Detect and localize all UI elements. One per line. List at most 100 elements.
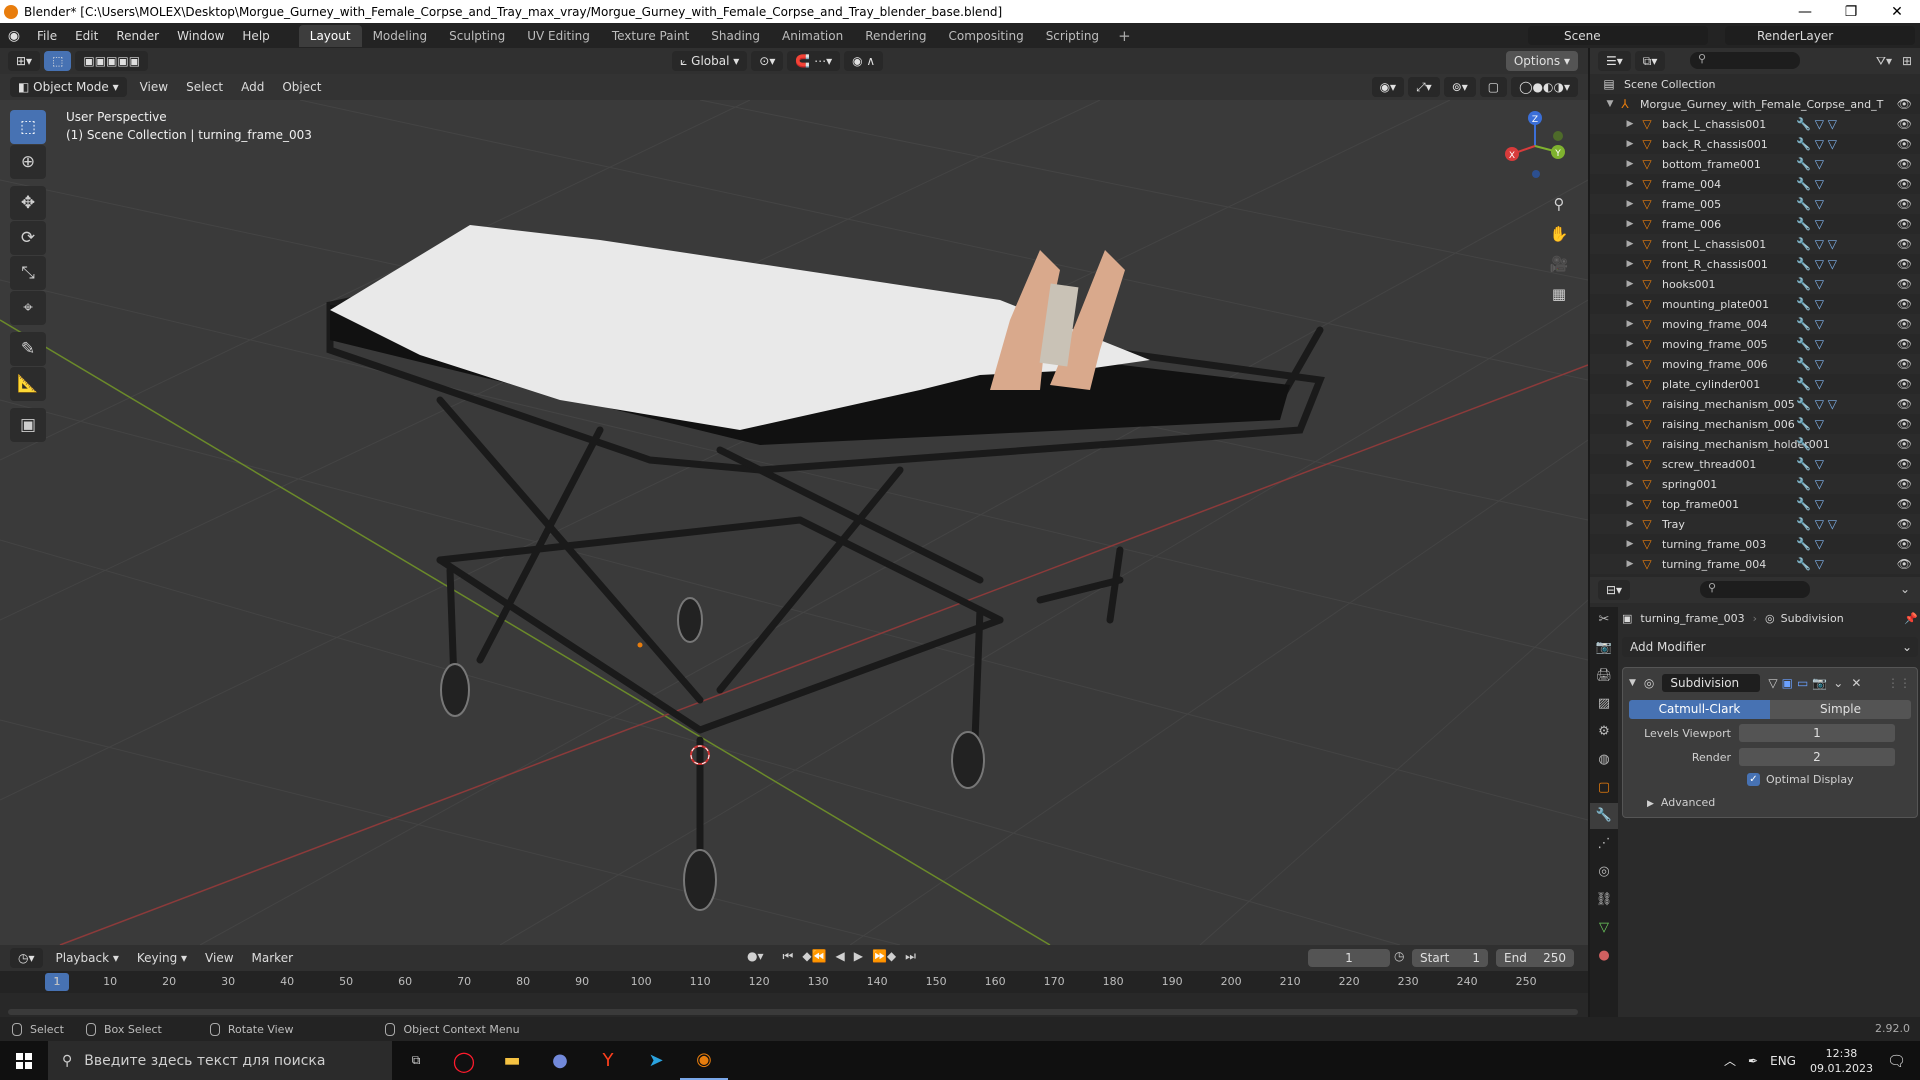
timeline-editor-icon[interactable]: ◷▾ <box>10 948 43 968</box>
tab-rendering[interactable]: Rendering <box>854 25 937 47</box>
xray-icon[interactable]: ▢ <box>1479 77 1508 97</box>
modifier-name-field[interactable]: Subdivision <box>1662 674 1761 692</box>
simple-button[interactable]: Simple <box>1770 700 1911 719</box>
outliner-item[interactable]: ▶ ▽ frame_005 🔧 ▽ 👁 <box>1590 194 1920 214</box>
menu-help[interactable]: Help <box>233 29 278 43</box>
file-explorer-icon[interactable]: ▬ <box>488 1041 536 1080</box>
zoom-icon[interactable]: ⚲ <box>1546 191 1572 217</box>
material-tab-icon[interactable]: ● <box>1590 943 1618 969</box>
expand-arrow-icon[interactable]: ▶ <box>1624 339 1636 349</box>
add-modifier-dropdown[interactable]: Add Modifier ⌄ <box>1622 637 1918 657</box>
modifier-icons[interactable]: 🔧 ▽ <box>1796 217 1824 231</box>
visibility-eye-icon[interactable]: 👁 <box>1897 317 1912 331</box>
drag-handle-icon[interactable]: ⋮⋮ <box>1887 676 1911 690</box>
jump-keyframe-back-icon[interactable]: ◆⏪ <box>802 949 826 964</box>
visibility-eye-icon[interactable]: 👁 <box>1897 297 1912 311</box>
menu-file[interactable]: File <box>28 29 66 43</box>
scene-selector[interactable]: Scene <box>1528 26 1708 45</box>
timeline-menu-marker[interactable]: Marker <box>243 951 302 965</box>
visibility-eye-icon[interactable]: 👁 <box>1897 417 1912 431</box>
new-collection-icon[interactable]: ⊞ <box>1902 54 1912 68</box>
clock-icon[interactable]: ◷ <box>1394 949 1404 963</box>
render-icon[interactable]: 📷 <box>1812 676 1827 690</box>
properties-editor-icon[interactable]: ⊟▾ <box>1598 580 1631 600</box>
outliner-item[interactable]: ▶ ▽ turning_frame_004 🔧 ▽ 👁 <box>1590 554 1920 574</box>
pivot-icon[interactable]: ⊙▾ <box>751 51 784 71</box>
expand-arrow-icon[interactable]: ▶ <box>1624 379 1636 389</box>
language-indicator[interactable]: ENG <box>1770 1054 1796 1068</box>
blender-taskbar-icon[interactable]: ◉ <box>680 1041 728 1080</box>
measure-tool-icon[interactable]: 📐 <box>10 367 46 401</box>
visibility-eye-icon[interactable]: 👁 <box>1897 177 1912 191</box>
modifier-icons[interactable]: 🔧 ▽ ▽ <box>1796 137 1837 151</box>
render-levels-field[interactable]: 2 <box>1739 748 1895 766</box>
visibility-eye-icon[interactable]: 👁 <box>1897 197 1912 211</box>
end-frame-field[interactable]: End 250 <box>1496 949 1574 967</box>
timeline-menu-playback[interactable]: Playback ▾ <box>47 951 128 965</box>
outliner-item[interactable]: ▶ ▽ Tray 🔧 ▽ ▽ 👁 <box>1590 514 1920 534</box>
visibility-eye-icon[interactable]: 👁 <box>1897 377 1912 391</box>
cursor-tool-icon[interactable]: ⊕ <box>10 145 46 179</box>
viewport-scene[interactable] <box>0 100 1588 945</box>
physics-tab-icon[interactable]: ◎ <box>1590 859 1618 885</box>
discord-icon[interactable]: ● <box>536 1041 584 1080</box>
start-frame-field[interactable]: Start 1 <box>1412 949 1488 967</box>
pen-icon[interactable]: ✒ <box>1748 1054 1758 1068</box>
outliner-item[interactable]: ▶ ▽ bottom_frame001 🔧 ▽ 👁 <box>1590 154 1920 174</box>
scene-collection-row[interactable]: ▤ Scene Collection <box>1590 74 1920 94</box>
record-icon[interactable]: ●▾ <box>747 949 764 964</box>
tab-texture-paint[interactable]: Texture Paint <box>601 25 700 47</box>
remove-modifier-icon[interactable]: ✕ <box>1851 676 1861 690</box>
outliner-item[interactable]: ▶ ▽ plate_cylinder001 🔧 ▽ 👁 <box>1590 374 1920 394</box>
viewport-menu-view[interactable]: View <box>131 80 177 94</box>
task-view-icon[interactable]: ⧉ <box>392 1041 440 1080</box>
add-workspace-icon[interactable]: + <box>1110 27 1139 45</box>
visibility-eye-icon[interactable]: 👁 <box>1897 497 1912 511</box>
expand-arrow-icon[interactable]: ▶ <box>1624 319 1636 329</box>
expand-arrow-icon[interactable]: ▶ <box>1624 279 1636 289</box>
render-layer-selector[interactable]: RenderLayer <box>1725 26 1915 45</box>
visibility-eye-icon[interactable]: 👁 <box>1897 537 1912 551</box>
modifier-icons[interactable]: 🔧 ▽ <box>1796 197 1824 211</box>
expand-arrow-icon[interactable]: ▶ <box>1624 479 1636 489</box>
data-tab-icon[interactable]: ▽ <box>1590 915 1618 941</box>
modifier-icons[interactable]: 🔧 ▽ <box>1796 497 1824 511</box>
tray-chevron-icon[interactable]: ︿ <box>1724 1052 1736 1069</box>
modifier-icons[interactable]: 🔧 ▽ ▽ <box>1796 117 1837 131</box>
visibility-eye-icon[interactable]: 👁 <box>1897 357 1912 371</box>
expand-arrow-icon[interactable]: ▶ <box>1624 179 1636 189</box>
viewport-menu-object[interactable]: Object <box>273 80 330 94</box>
outliner-item[interactable]: ▶ ▽ front_R_chassis001 🔧 ▽ ▽ 👁 <box>1590 254 1920 274</box>
modifier-icons[interactable]: 🔧 ▽ ▽ <box>1796 237 1837 251</box>
view-layer-tab-icon[interactable]: ▨ <box>1590 691 1618 717</box>
object-tab-icon[interactable]: ▢ <box>1590 775 1618 801</box>
select-mode-icon[interactable]: ⬚ <box>44 51 72 71</box>
expand-arrow-icon[interactable]: ▶ <box>1624 299 1636 309</box>
tab-scripting[interactable]: Scripting <box>1035 25 1110 47</box>
modifier-icons[interactable]: 🔧 ▽ <box>1796 297 1824 311</box>
menu-window[interactable]: Window <box>168 29 233 43</box>
timeline-menu-view[interactable]: View <box>196 951 242 965</box>
proportional-edit-icon[interactable]: ◉ ∧ <box>844 51 884 71</box>
expand-arrow-icon[interactable]: ▶ <box>1624 419 1636 429</box>
modifier-icons[interactable]: 🔧 ▽ <box>1796 557 1824 571</box>
scene-tab-icon[interactable]: ⚙ <box>1590 719 1618 745</box>
expand-arrow-icon[interactable]: ▶ <box>1624 559 1636 569</box>
filter-icon[interactable]: ⛛▾ <box>1876 54 1892 69</box>
windows-start-icon[interactable] <box>0 1041 48 1080</box>
expand-arrow-icon[interactable]: ▶ <box>1624 159 1636 169</box>
outliner-item[interactable]: ▶ ▽ moving_frame_005 🔧 ▽ 👁 <box>1590 334 1920 354</box>
collapse-arrow-icon[interactable]: ▼ <box>1629 678 1636 688</box>
modifier-tab-icon[interactable]: 🔧 <box>1590 803 1618 829</box>
visibility-eye-icon[interactable]: 👁 <box>1897 277 1912 291</box>
select-box-tool-icon[interactable]: ⬚ <box>10 110 46 144</box>
visibility-eye-icon[interactable]: 👁 <box>1897 217 1912 231</box>
tab-compositing[interactable]: Compositing <box>937 25 1034 47</box>
play-icon[interactable]: ▶ <box>854 949 863 964</box>
visibility-eye-icon[interactable]: 👁 <box>1897 517 1912 531</box>
navigation-gizmo[interactable]: Z X Y <box>1500 108 1570 178</box>
expand-arrow-icon[interactable]: ▶ <box>1624 459 1636 469</box>
menu-render[interactable]: Render <box>107 29 168 43</box>
outliner-item[interactable]: ▶ ▽ moving_frame_006 🔧 ▽ 👁 <box>1590 354 1920 374</box>
levels-viewport-field[interactable]: 1 <box>1739 724 1895 742</box>
